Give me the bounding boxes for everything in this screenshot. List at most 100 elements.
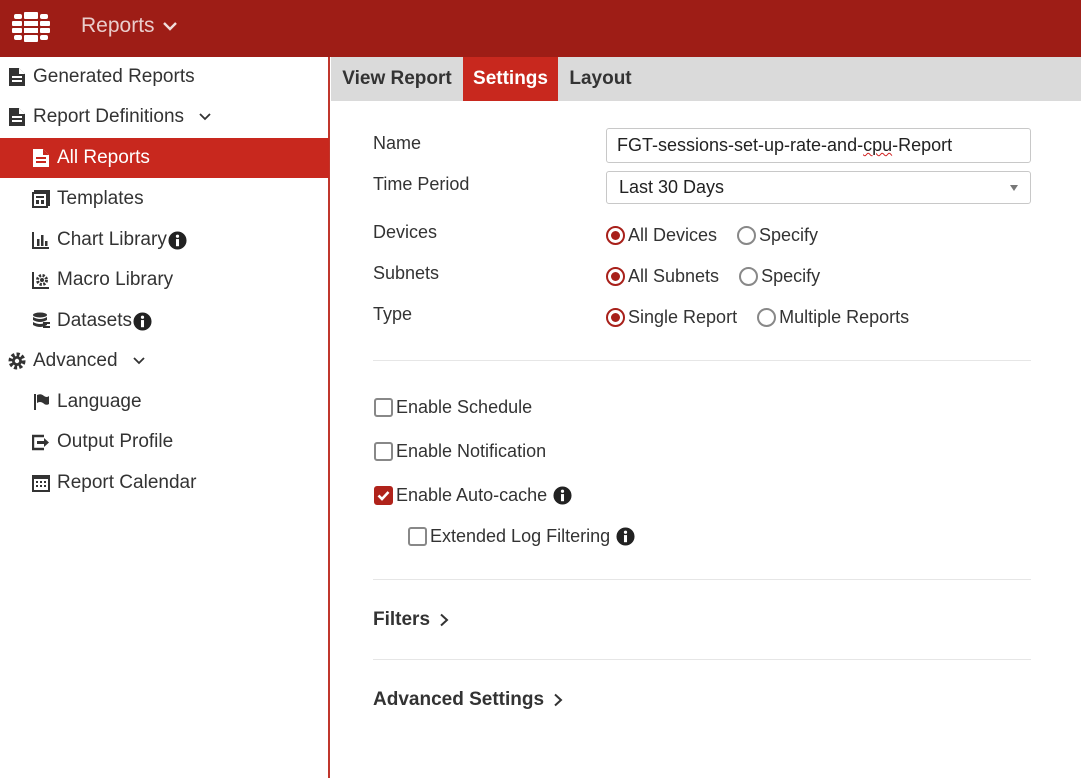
info-icon[interactable] (133, 311, 152, 331)
tab-settings[interactable]: Settings (463, 57, 558, 101)
extended-log-filtering-checkbox[interactable]: Extended Log Filtering (408, 526, 635, 547)
template-icon (31, 189, 51, 209)
name-value-misspelled: cpu (863, 135, 893, 155)
radio-checked-icon (606, 308, 625, 327)
time-period-label: Time Period (373, 174, 470, 194)
chevron-right-icon (554, 693, 563, 707)
checkbox-label: Enable Auto-cache (396, 485, 548, 505)
radio-checked-icon (606, 226, 625, 245)
enable-autocache-checkbox[interactable]: Enable Auto-cache (374, 485, 572, 506)
radio-checked-icon (606, 267, 625, 286)
sidebar-item-advanced[interactable]: Advanced (0, 341, 329, 381)
sidebar-item-label: Language (57, 391, 142, 412)
document-icon (7, 107, 27, 127)
specify-subnets-radio[interactable]: Specify (739, 266, 820, 287)
fortinet-logo-icon[interactable] (12, 12, 50, 42)
sidebar-item-label: Datasets (57, 310, 132, 331)
radio-label: Specify (759, 225, 819, 245)
main-content: View Report Settings Layout Name FGT-ses… (331, 57, 1081, 778)
sidebar-item-label: Macro Library (57, 269, 174, 290)
name-label: Name (373, 133, 422, 153)
checkbox-label: Extended Log Filtering (430, 526, 611, 546)
sidebar-item-datasets[interactable]: Datasets (0, 301, 329, 341)
single-report-radio[interactable]: Single Report (606, 307, 737, 328)
bar-chart-icon (31, 230, 51, 250)
enable-notification-checkbox[interactable]: Enable Notification (374, 441, 546, 462)
filters-section-toggle[interactable]: Filters (373, 609, 450, 631)
sidebar-item-macro-library[interactable]: Macro Library (0, 260, 329, 300)
checkbox-checked-icon (374, 486, 393, 505)
sidebar-item-report-definitions[interactable]: Report Definitions (0, 97, 329, 137)
sidebar-item-label: Output Profile (57, 431, 174, 452)
radio-label: Specify (761, 266, 821, 286)
radio-unchecked-icon (739, 267, 759, 286)
time-period-value: Last 30 Days (619, 177, 725, 197)
sidebar-item-generated-reports[interactable]: Generated Reports (0, 57, 329, 97)
radio-label: Single Report (628, 307, 738, 327)
sidebar-item-label: Report Calendar (57, 472, 197, 493)
all-subnets-radio[interactable]: All Subnets (606, 266, 719, 287)
divider (373, 360, 1031, 361)
specify-devices-radio[interactable]: Specify (737, 225, 818, 246)
info-icon[interactable] (616, 527, 635, 546)
tab-bar: View Report Settings Layout (331, 57, 1081, 101)
chevron-right-icon (440, 613, 449, 627)
enable-schedule-checkbox[interactable]: Enable Schedule (374, 397, 532, 418)
radio-unchecked-icon (757, 308, 777, 327)
sidebar-item-chart-library[interactable]: Chart Library (0, 220, 329, 260)
checkbox-unchecked-icon (374, 442, 393, 461)
devices-radio-group: All Devices Specify (606, 225, 818, 246)
sidebar: Generated Reports Report Definitions All… (0, 57, 330, 778)
advanced-settings-label: Advanced Settings (373, 689, 545, 710)
multiple-reports-radio[interactable]: Multiple Reports (757, 307, 909, 328)
sidebar-item-label: Generated Reports (33, 66, 195, 87)
chevron-down-icon (162, 22, 177, 31)
checkbox-label: Enable Schedule (396, 397, 533, 417)
divider (373, 659, 1031, 660)
checkbox-unchecked-icon (408, 527, 427, 546)
divider (373, 579, 1031, 580)
macro-gear-icon (31, 270, 51, 290)
sidebar-item-label: Report Definitions (33, 106, 185, 127)
name-input[interactable]: FGT-sessions-set-up-rate-and-cpu -Report (606, 128, 1031, 163)
checkbox-label: Enable Notification (396, 441, 547, 461)
calendar-icon (31, 473, 51, 493)
database-icon (31, 311, 51, 331)
radio-label: Multiple Reports (779, 307, 910, 327)
radio-label: All Subnets (628, 266, 720, 286)
sidebar-item-output-profile[interactable]: Output Profile (0, 422, 329, 462)
filters-label: Filters (373, 609, 431, 630)
info-icon[interactable] (553, 486, 572, 505)
chevron-down-icon (132, 357, 145, 365)
tab-label: View Report (342, 68, 452, 89)
sidebar-item-templates[interactable]: Templates (0, 179, 329, 219)
tab-layout[interactable]: Layout (558, 57, 643, 101)
output-icon (31, 432, 51, 452)
chevron-down-icon (199, 113, 211, 121)
sidebar-item-label: Chart Library (57, 229, 167, 250)
document-icon (31, 148, 51, 168)
info-icon[interactable] (168, 230, 187, 250)
type-label: Type (373, 304, 413, 324)
sidebar-item-label: Advanced (33, 350, 118, 371)
devices-label: Devices (373, 222, 438, 242)
name-value-suffix: -Report (892, 135, 953, 155)
sidebar-item-all-reports[interactable]: All Reports (0, 138, 329, 178)
all-devices-radio[interactable]: All Devices (606, 225, 717, 246)
radio-label: All Devices (628, 225, 718, 245)
type-radio-group: Single Report Multiple Reports (606, 307, 909, 328)
sidebar-item-label: Templates (57, 188, 144, 209)
document-icon (7, 67, 27, 87)
advanced-settings-section-toggle[interactable]: Advanced Settings (373, 689, 564, 711)
top-bar: Reports (0, 0, 1081, 57)
sidebar-item-language[interactable]: Language (0, 382, 329, 422)
app-title: Reports (81, 14, 155, 37)
sidebar-item-report-calendar[interactable]: Report Calendar (0, 463, 329, 503)
gear-icon (7, 351, 27, 371)
tab-view-report[interactable]: View Report (331, 57, 463, 101)
tab-label: Settings (473, 68, 548, 89)
radio-unchecked-icon (737, 226, 757, 245)
app-switcher[interactable]: Reports (81, 14, 179, 38)
subnets-radio-group: All Subnets Specify (606, 266, 820, 287)
time-period-select[interactable]: Last 30 Days (606, 171, 1031, 204)
